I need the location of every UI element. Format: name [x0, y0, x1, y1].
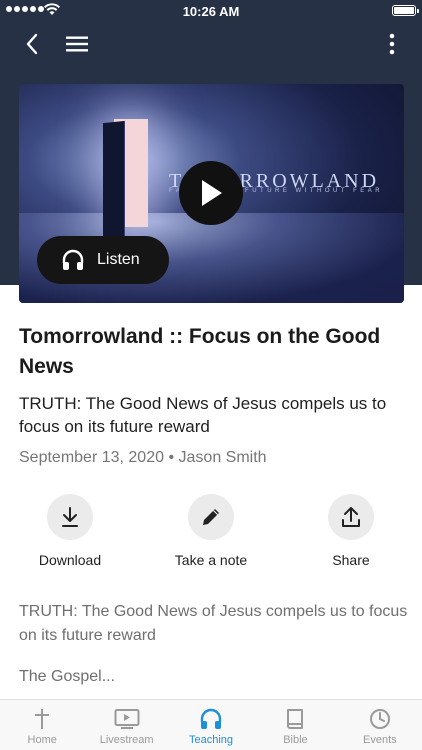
tab-bar: Home Livestream Teaching Bible Events — [0, 699, 422, 750]
download-button[interactable]: Download — [15, 494, 125, 568]
tab-events[interactable]: Events — [338, 700, 422, 750]
sermon-summary: TRUTH: The Good News of Jesus compels us… — [19, 394, 387, 436]
sermon-meta: September 13, 2020 • Jason Smith — [19, 449, 267, 467]
more-vertical-icon — [389, 33, 395, 55]
tab-bible[interactable]: Bible — [253, 700, 337, 750]
sermon-date: September 13, 2020 — [19, 449, 164, 466]
sermon-media[interactable]: TOMORROWLAND FACING THE FUTURE WITHOUT F… — [19, 84, 404, 303]
tab-livestream[interactable]: Livestream — [84, 700, 168, 750]
share-icon — [342, 507, 360, 527]
book-icon — [287, 709, 304, 729]
pencil-icon — [203, 509, 219, 525]
listen-button[interactable]: Listen — [37, 236, 169, 284]
clock-icon — [369, 709, 390, 729]
headphones-icon — [62, 249, 84, 270]
take-note-label: Take a note — [174, 552, 248, 568]
tab-home[interactable]: Home — [0, 700, 84, 750]
action-row: Download Take a note Share — [0, 494, 422, 574]
headphones-icon — [200, 708, 222, 729]
description-gospel: The Gospel... — [19, 668, 116, 685]
menu-button[interactable] — [63, 30, 91, 58]
sermon-description: TRUTH: The Good News of Jesus compels us… — [19, 603, 408, 644]
chevron-left-icon — [26, 33, 38, 55]
status-bar: 10:26 AM — [0, 0, 422, 22]
sermon-title: Tomorrowland :: Focus on the Good News — [19, 325, 381, 378]
play-button[interactable] — [179, 161, 243, 225]
take-note-button[interactable]: Take a note — [156, 494, 266, 568]
tv-icon — [114, 709, 140, 729]
tab-teaching[interactable]: Teaching — [169, 700, 253, 750]
more-options-button[interactable] — [382, 30, 402, 58]
status-time: 10:26 AM — [182, 4, 240, 19]
share-button[interactable]: Share — [296, 494, 406, 568]
back-button[interactable] — [18, 30, 46, 58]
door-art — [103, 120, 125, 242]
play-icon — [202, 180, 222, 206]
cross-icon — [35, 709, 50, 729]
hamburger-icon — [66, 36, 88, 52]
share-label: Share — [332, 552, 370, 568]
meta-separator: • — [168, 449, 175, 466]
listen-label: Listen — [97, 251, 140, 268]
download-label: Download — [38, 552, 102, 568]
sermon-speaker: Jason Smith — [178, 449, 267, 466]
download-icon — [62, 507, 78, 527]
battery-icon — [392, 5, 419, 16]
